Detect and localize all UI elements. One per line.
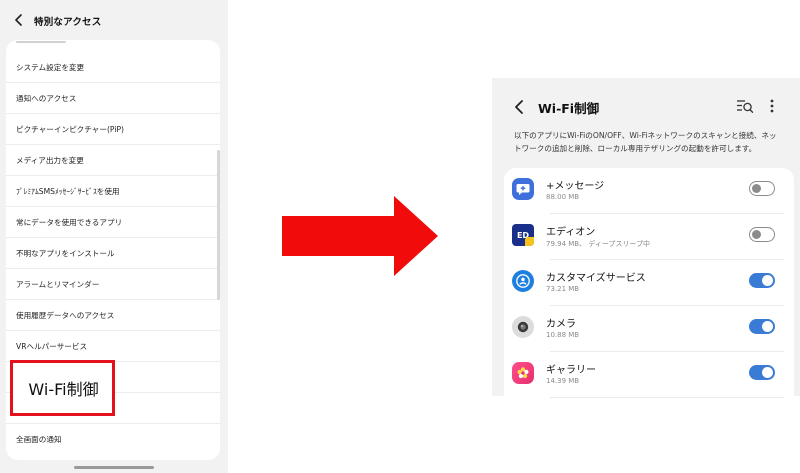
wifi-permission-toggle[interactable] (749, 227, 775, 242)
list-item-pip[interactable]: ピクチャーインピクチャー(PiP) (6, 114, 220, 145)
app-name: エディオン (546, 227, 596, 238)
list-item-label: 通知へのアクセス (16, 93, 77, 103)
app-name: +メッセージ (546, 181, 605, 192)
list-item[interactable]: ギャラリー 14.39 MB (504, 352, 794, 398)
list-item-label: ﾌﾟﾚﾐｱﾑSMSﾒｯｾｰｼﾞｻｰﾋﾞｽを使用 (16, 186, 120, 196)
list-item-vr-helper[interactable]: VRヘルパーサービス (6, 331, 220, 362)
list-item-label: 使用履歴データへのアクセス (16, 310, 115, 320)
list-item-label: 常にデータを使用できるアプリ (16, 217, 123, 227)
wifi-control-highlight[interactable]: Wi-Fi制御 (10, 360, 115, 416)
list-item-full-screen-notifications[interactable]: 全画面の通知 (6, 424, 220, 455)
app-name: ギャラリー (546, 365, 596, 376)
more-options-icon[interactable] (767, 97, 777, 115)
list-item-label: ピクチャーインピクチャー(PiP) (16, 124, 124, 134)
edion-icon: ED (512, 224, 534, 246)
app-name: カスタマイズサービス (546, 273, 646, 284)
camera-icon (512, 316, 534, 338)
list-item-premium-sms[interactable]: ﾌﾟﾚﾐｱﾑSMSﾒｯｾｰｼﾞｻｰﾋﾞｽを使用 (6, 176, 220, 207)
app-size: 88.00 MB (546, 193, 580, 201)
special-access-screen: 特別なアクセス システム設定を変更 通知へのアクセス ピクチャーインピクチャー(… (0, 0, 228, 473)
list-item-system-settings[interactable]: システム設定を変更 (6, 52, 220, 83)
list-item-label: メディア出力を変更 (16, 155, 84, 165)
search-list-icon[interactable] (736, 97, 754, 115)
description: 以下のアプリにWi-FiのON/OFF、Wi-Fiネットワークのスキャンと接続、… (514, 131, 777, 153)
app-name: カメラ (546, 319, 576, 330)
back-icon[interactable] (513, 98, 527, 116)
wifi-permission-toggle[interactable] (749, 273, 775, 288)
customize-service-icon (512, 270, 534, 292)
app-size: 10.88 MB (546, 331, 580, 339)
list-item[interactable]: カメラ 10.88 MB (504, 306, 794, 352)
list-item[interactable]: ED エディオン 79.94 MB、 ディープスリープ中 (504, 214, 794, 260)
list-item-label: アラームとリマインダー (16, 279, 100, 289)
list-item-media-output[interactable]: メディア出力を変更 (6, 145, 220, 176)
app-size: 14.39 MB (546, 377, 580, 385)
app-size: 79.94 MB、 ディープスリープ中 (546, 240, 651, 248)
app-size: 73.21 MB (546, 285, 580, 293)
list-item[interactable]: +メッセージ 88.00 MB (504, 168, 794, 214)
wifi-permission-toggle[interactable] (749, 365, 775, 380)
screen: 特別なアクセス システム設定を変更 通知へのアクセス ピクチャーインピクチャー(… (0, 0, 800, 473)
gallery-icon (512, 362, 534, 384)
home-indicator[interactable] (74, 466, 154, 469)
wifi-control-screen: Wi-Fi制御 以下のアプリにWi-FiのON/OFF、Wi-Fiネットワークの… (492, 78, 800, 408)
list-item[interactable]: カスタマイズサービス 73.21 MB (504, 260, 794, 306)
app-list: +メッセージ 88.00 MB ED エディオン 79.94 MB、 ディープス… (504, 168, 794, 408)
page-title: 特別なアクセス (34, 17, 102, 28)
right-arrow-icon (282, 196, 438, 276)
wifi-permission-toggle[interactable] (749, 319, 775, 334)
scrollbar[interactable] (217, 150, 220, 300)
page-title: Wi-Fi制御 (538, 101, 600, 116)
list-item-label: 不明なアプリをインストール (16, 248, 115, 258)
list-item-notification-access[interactable]: 通知へのアクセス (6, 83, 220, 114)
scrolled-item-fragment (16, 40, 76, 44)
list-item-usage-data-access[interactable]: 使用履歴データへのアクセス (6, 300, 220, 331)
highlight-label: Wi-Fi制御 (28, 380, 99, 399)
list-item-unrestricted-data[interactable]: 常にデータを使用できるアプリ (6, 207, 220, 238)
list-item-label: システム設定を変更 (16, 62, 85, 72)
list-item-install-unknown-apps[interactable]: 不明なアプリをインストール (6, 238, 220, 269)
list-item-label: VRヘルパーサービス (16, 341, 88, 351)
message-plus-icon (512, 178, 534, 200)
wifi-permission-toggle[interactable] (749, 181, 775, 196)
list-item-alarms-reminders[interactable]: アラームとリマインダー (6, 269, 220, 300)
back-icon[interactable] (12, 13, 26, 27)
list-item-label: 全画面の通知 (16, 435, 62, 444)
